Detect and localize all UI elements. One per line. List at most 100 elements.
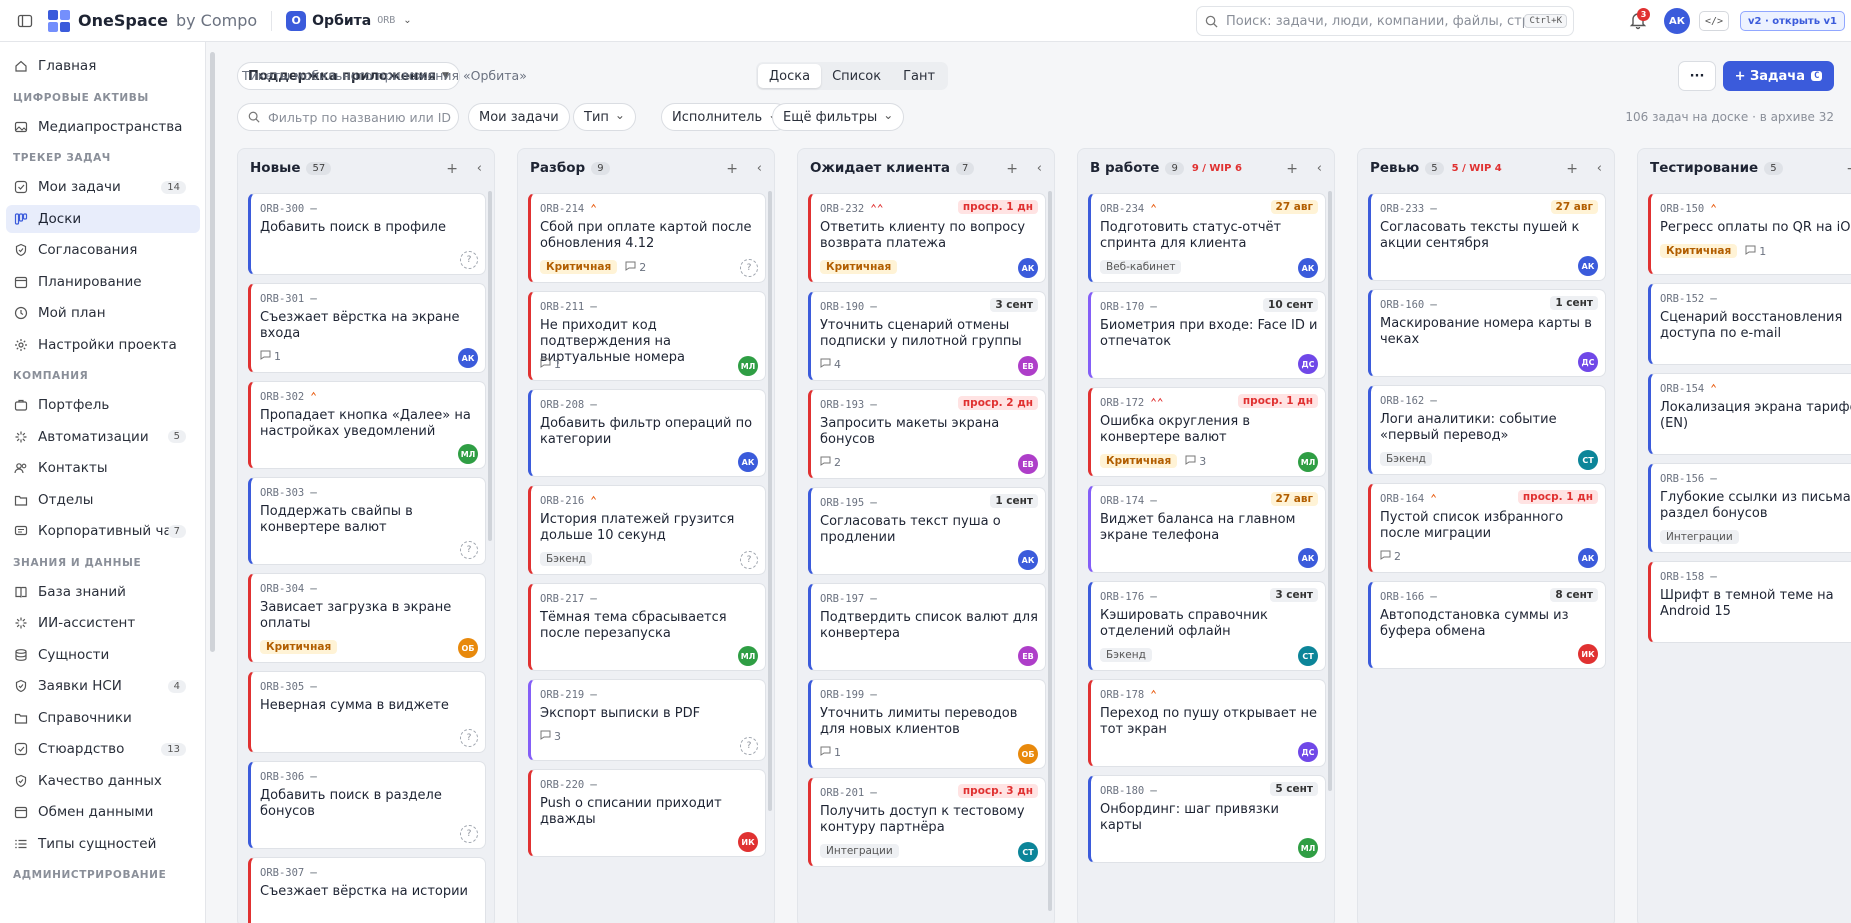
- assignee-avatar[interactable]: АК: [1298, 548, 1318, 568]
- assignee-avatar[interactable]: АК: [1018, 550, 1038, 570]
- sidebar-item-shield-check[interactable]: Согласования: [6, 236, 200, 264]
- unassigned-icon[interactable]: ?: [460, 541, 478, 559]
- version-button[interactable]: v2 · открыть v1: [1740, 11, 1845, 31]
- task-card[interactable]: ORB-302 ⌃ Пропадает кнопка «Далее» на наст…: [248, 381, 486, 469]
- assignee-avatar[interactable]: МЛ: [738, 646, 758, 666]
- sidebar-item-sparkle[interactable]: Автоматизации 5: [6, 423, 200, 451]
- task-card[interactable]: ORB-214 ⌃ Сбой при оплате картой после обн…: [528, 193, 766, 283]
- column-scrollbar[interactable]: [1328, 191, 1332, 791]
- plus-icon[interactable]: +: [1286, 161, 1298, 177]
- task-card[interactable]: ORB-166 — 8 сент Автоподстановка суммы из б…: [1368, 581, 1606, 669]
- sidebar-item-chat[interactable]: Корпоративный чат 7: [6, 517, 200, 545]
- filter-chip-2[interactable]: Исполнитель⌄: [661, 103, 790, 131]
- assignee-avatar[interactable]: МЛ: [1298, 452, 1318, 472]
- task-card[interactable]: ORB-190 — 3 сент Уточнить сценарий отмены п…: [808, 291, 1046, 381]
- global-search[interactable]: Поиск: задачи, люди, компании, файлы, ст…: [1196, 6, 1574, 36]
- assignee-avatar[interactable]: ИК: [1578, 644, 1598, 664]
- task-card[interactable]: ORB-306 — Добавить поиск в разделе бонусов…: [248, 761, 486, 849]
- unassigned-icon[interactable]: ?: [460, 825, 478, 843]
- task-card[interactable]: ORB-217 — Тёмная тема сбрасывается после п…: [528, 583, 766, 671]
- sidebar-item-shield-check[interactable]: Заявки НСИ 4: [6, 672, 200, 700]
- sidebar-item-shield-check[interactable]: Качество данных: [6, 767, 200, 795]
- brand[interactable]: OneSpace by Compo: [48, 9, 257, 32]
- assignee-avatar[interactable]: ИК: [738, 832, 758, 852]
- assignee-avatar[interactable]: СТ: [1578, 450, 1598, 470]
- search-input[interactable]: Поиск: задачи, люди, компании, файлы, ст…: [1226, 14, 1524, 29]
- sidebar-item-database[interactable]: Сущности: [6, 641, 200, 669]
- project-switcher[interactable]: О Орбита ORB ⌄: [286, 10, 412, 31]
- task-card[interactable]: ORB-216 ⌃ История платежей грузится дольше…: [528, 485, 766, 575]
- task-card[interactable]: ORB-180 — 5 сент Онбординг: шаг привязки ка…: [1088, 775, 1326, 863]
- task-card[interactable]: ORB-176 — 3 сент Кэшировать справочник отде…: [1088, 581, 1326, 671]
- task-card[interactable]: ORB-234 ⌃ 27 авг Подготовить статус-отчёт с…: [1088, 193, 1326, 283]
- task-card[interactable]: ORB-233 — 27 авг Согласовать тексты пушей к…: [1368, 193, 1606, 281]
- assignee-avatar[interactable]: ЕВ: [1018, 356, 1038, 376]
- sidebar-item-book[interactable]: База знаний: [6, 578, 200, 606]
- sidebar-item-calendar[interactable]: Обмен данными: [6, 798, 200, 826]
- sidebar-item-users[interactable]: Контакты: [6, 454, 200, 482]
- sidebar-item-folder[interactable]: Справочники: [6, 704, 200, 732]
- unassigned-icon[interactable]: ?: [740, 737, 758, 755]
- assignee-avatar[interactable]: ДС: [1298, 354, 1318, 374]
- column-scrollbar[interactable]: [488, 191, 492, 541]
- sidebar-item-image[interactable]: Медиапространства: [6, 113, 200, 141]
- task-card[interactable]: ORB-199 — Уточнить лимиты переводов для но…: [808, 679, 1046, 769]
- collapse-icon[interactable]: ‹: [477, 161, 482, 176]
- task-card[interactable]: ORB-170 — 10 сент Биометрия при входе: Face…: [1088, 291, 1326, 379]
- filter-chip-1[interactable]: Тип ⌄: [573, 103, 636, 131]
- assignee-avatar[interactable]: АК: [1578, 256, 1598, 276]
- collapse-icon[interactable]: ‹: [1037, 161, 1042, 176]
- sidebar-item-board[interactable]: Доски: [6, 204, 200, 233]
- assignee-avatar[interactable]: МЛ: [1298, 838, 1318, 858]
- plus-icon[interactable]: +: [1846, 161, 1851, 177]
- assignee-avatar[interactable]: АК: [1298, 258, 1318, 278]
- sidebar-scrollbar[interactable]: [210, 52, 215, 652]
- task-card[interactable]: ORB-220 — Push о списании приходит дважды И…: [528, 769, 766, 857]
- sidebar-item-calendar[interactable]: Планирование: [6, 268, 200, 296]
- sidebar-item-home[interactable]: Главная: [6, 52, 200, 80]
- unassigned-icon[interactable]: ?: [460, 729, 478, 747]
- task-card[interactable]: ORB-160 — 1 сент Маскирование номера карты …: [1368, 289, 1606, 377]
- assignee-avatar[interactable]: ЕВ: [1018, 454, 1038, 474]
- plus-icon[interactable]: +: [726, 161, 738, 177]
- task-card[interactable]: ORB-232 ⌃⌃ проср. 1 дн Ответить клиенту по …: [808, 193, 1046, 283]
- tab-view-2[interactable]: Гант: [892, 64, 946, 88]
- sidebar-item-clock[interactable]: Мой план: [6, 299, 200, 327]
- more-button[interactable]: ···: [1678, 61, 1716, 91]
- assignee-avatar[interactable]: ДС: [1578, 352, 1598, 372]
- task-card[interactable]: ORB-219 — Экспорт выписки в PDF 3?: [528, 679, 766, 761]
- assignee-avatar[interactable]: ДС: [1298, 742, 1318, 762]
- plus-icon[interactable]: +: [446, 161, 458, 177]
- task-card[interactable]: ORB-193 — проср. 2 дн Запросить макеты экра…: [808, 389, 1046, 479]
- column-scrollbar[interactable]: [1048, 191, 1052, 911]
- plus-icon[interactable]: +: [1566, 161, 1578, 177]
- task-card[interactable]: ORB-164 ⌃ проср. 1 дн Пустой список избранн…: [1368, 483, 1606, 573]
- unassigned-icon[interactable]: ?: [740, 551, 758, 569]
- assignee-avatar[interactable]: ОБ: [1018, 744, 1038, 764]
- unassigned-icon[interactable]: ?: [460, 251, 478, 269]
- sidebar-item-check-square[interactable]: Стюардство 13: [6, 735, 200, 763]
- assignee-avatar[interactable]: АК: [1018, 258, 1038, 278]
- task-card[interactable]: ORB-211 — Не приходит код подтверждения на…: [528, 291, 766, 381]
- task-card[interactable]: ORB-197 — Подтвердить список валют для кон…: [808, 583, 1046, 671]
- task-card[interactable]: ORB-301 — Съезжает вёрстка на экране входа…: [248, 283, 486, 373]
- sidebar-item-gear[interactable]: Настройки проекта: [6, 331, 200, 359]
- filter-chip-3[interactable]: Ещё фильтры ⌄: [772, 103, 905, 131]
- task-card[interactable]: ORB-304 — Зависает загрузка в экране оплат…: [248, 573, 486, 663]
- code-button[interactable]: </>: [1699, 11, 1729, 31]
- task-card[interactable]: ORB-303 — Поддержать свайпы в конвертере в…: [248, 477, 486, 565]
- assignee-avatar[interactable]: МЛ: [458, 444, 478, 464]
- sidebar-item-sparkle[interactable]: ИИ-ассистент: [6, 609, 200, 637]
- task-card[interactable]: ORB-208 — Добавить фильтр операций по кате…: [528, 389, 766, 477]
- filter-input[interactable]: Фильтр по названию или ID: [237, 103, 459, 131]
- task-card[interactable]: ORB-150 ⌃ Регресс оплаты по QR на iOS Крити…: [1648, 193, 1851, 275]
- sidebar-item-briefcase[interactable]: Портфель: [6, 391, 200, 419]
- assignee-avatar[interactable]: СТ: [1298, 646, 1318, 666]
- collapse-icon[interactable]: ‹: [757, 161, 762, 176]
- assignee-avatar[interactable]: ОБ: [458, 638, 478, 658]
- assignee-avatar[interactable]: ЕВ: [1018, 646, 1038, 666]
- task-card[interactable]: ORB-172 ⌃⌃ проср. 1 дн Ошибка округления в …: [1088, 387, 1326, 477]
- tab-view-1[interactable]: Список: [821, 64, 892, 88]
- column-scrollbar[interactable]: [768, 191, 772, 811]
- sidebar-item-folder[interactable]: Отделы: [6, 486, 200, 514]
